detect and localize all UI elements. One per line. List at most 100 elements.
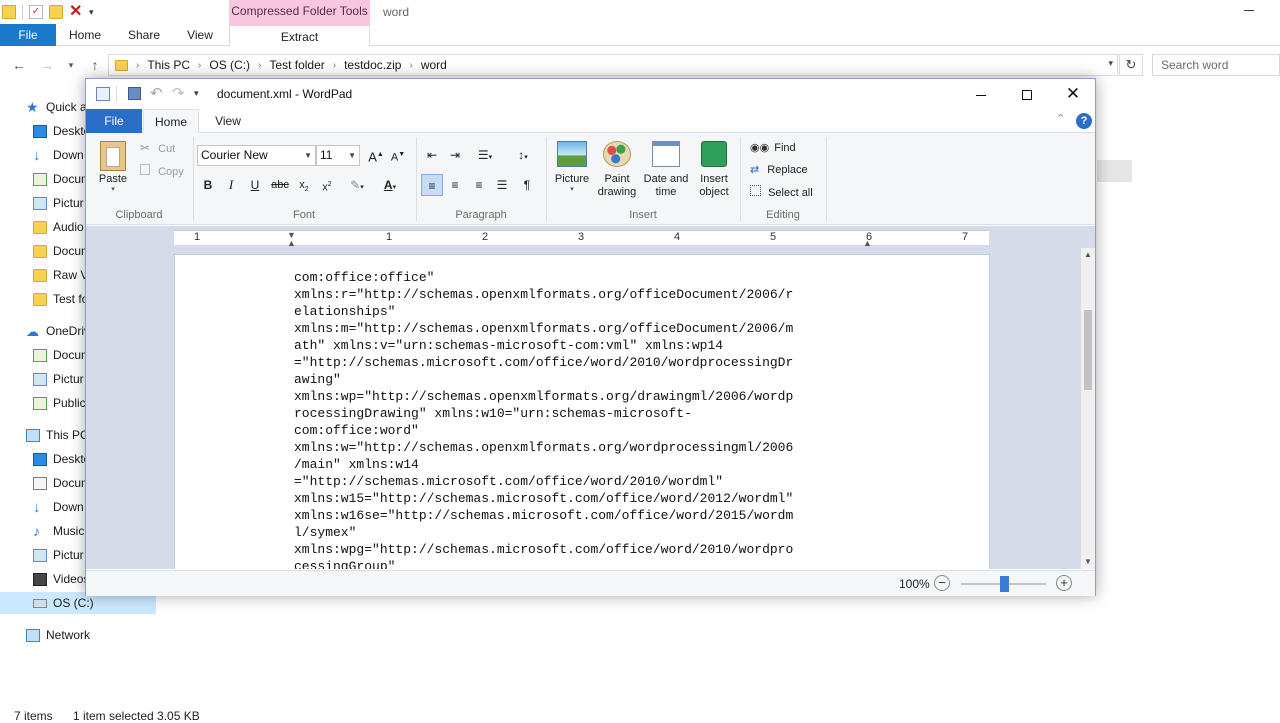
- increase-indent-button[interactable]: ⇥: [444, 144, 466, 166]
- align-center-button[interactable]: ≡: [444, 174, 466, 196]
- nav-network[interactable]: Network: [0, 624, 156, 646]
- superscript-button[interactable]: x2: [316, 174, 338, 196]
- bullet-list-button[interactable]: ☰▾: [470, 144, 500, 166]
- italic-button[interactable]: I: [220, 174, 242, 196]
- selected-file-row[interactable]: [1097, 160, 1132, 182]
- scroll-thumb[interactable]: [1084, 310, 1092, 390]
- minimize-icon[interactable]: [1244, 10, 1254, 11]
- document-line[interactable]: elationships": [294, 303, 793, 320]
- subscript-button[interactable]: x2: [293, 174, 315, 196]
- font-family-select[interactable]: Courier New ▼: [197, 145, 316, 166]
- back-button[interactable]: ←: [10, 55, 28, 75]
- zoom-slider-thumb[interactable]: [999, 576, 1009, 592]
- zoom-in-button[interactable]: +: [1056, 575, 1072, 591]
- document-line[interactable]: xmlns:w15="http://schemas.microsoft.com/…: [294, 490, 793, 507]
- align-right-button[interactable]: ≡: [468, 174, 490, 196]
- strikethrough-button[interactable]: abc: [269, 174, 291, 196]
- font-size-select[interactable]: 11 ▼: [316, 145, 360, 166]
- maximize-button[interactable]: [1004, 79, 1050, 109]
- breadcrumb-word[interactable]: word: [421, 58, 447, 72]
- breadcrumb-this-pc[interactable]: This PC: [147, 58, 190, 72]
- tab-home[interactable]: Home: [66, 24, 104, 46]
- breadcrumb-testdoc-zip[interactable]: testdoc.zip: [344, 58, 401, 72]
- document-line[interactable]: rocessingDrawing" xmlns:w10="urn:schemas…: [294, 405, 793, 422]
- breadcrumb-os-c[interactable]: OS (C:): [209, 58, 250, 72]
- customize-qat-icon[interactable]: ▾: [89, 7, 94, 18]
- forward-button[interactable]: →: [38, 55, 56, 75]
- copy-button[interactable]: Copy: [140, 164, 184, 178]
- search-input[interactable]: Search word: [1152, 54, 1280, 76]
- font-color-button[interactable]: A▾: [375, 174, 405, 196]
- date-time-button[interactable]: Date and time: [641, 137, 691, 199]
- properties-icon[interactable]: ✓: [29, 5, 43, 19]
- minimize-button[interactable]: [958, 79, 1004, 109]
- document-line[interactable]: l/symex": [294, 524, 793, 541]
- delete-icon[interactable]: ✕: [69, 4, 83, 20]
- document-line[interactable]: xmlns:wpg="http://schemas.microsoft.com/…: [294, 541, 793, 558]
- document-line[interactable]: ="http://schemas.microsoft.com/office/wo…: [294, 473, 793, 490]
- document-line[interactable]: com:office:word": [294, 422, 793, 439]
- paint-drawing-button[interactable]: Paint drawing: [594, 137, 640, 199]
- tab-home[interactable]: Home: [143, 109, 199, 133]
- left-indent-marker[interactable]: ▲: [287, 238, 296, 248]
- document-line[interactable]: xmlns:r="http://schemas.openxmlformats.o…: [294, 286, 793, 303]
- paragraph-settings-button[interactable]: ¶: [516, 174, 538, 196]
- scroll-down-arrow[interactable]: ▼: [1081, 555, 1095, 569]
- bold-button[interactable]: B: [197, 174, 219, 196]
- tab-file[interactable]: File: [0, 24, 56, 46]
- help-icon[interactable]: ?: [1076, 113, 1092, 129]
- cut-button[interactable]: ✂ Cut: [140, 141, 175, 155]
- document-line[interactable]: xmlns:wp="http://schemas.openxmlformats.…: [294, 388, 793, 405]
- line-spacing-button[interactable]: ↕▾: [508, 144, 538, 166]
- collapse-ribbon-icon[interactable]: ⌃: [1056, 112, 1065, 125]
- document-line[interactable]: ="http://schemas.microsoft.com/office/wo…: [294, 354, 793, 371]
- tab-view[interactable]: View: [208, 109, 248, 133]
- vertical-scrollbar[interactable]: ▲ ▼: [1081, 248, 1095, 569]
- underline-button[interactable]: U: [244, 174, 266, 196]
- breadcrumb-test-folder[interactable]: Test folder: [269, 58, 324, 72]
- ruler[interactable]: 1 1 2 3 4 5 6 7 ▼ ▲ ▲: [174, 230, 989, 248]
- shrink-font-button[interactable]: A▼: [387, 144, 409, 166]
- address-dropdown-icon[interactable]: ▾: [1108, 58, 1113, 69]
- right-indent-marker[interactable]: ▲: [863, 238, 872, 248]
- highlight-color-button[interactable]: ✎▾: [342, 174, 372, 196]
- find-button[interactable]: ◉◉ Find: [750, 141, 796, 154]
- document-text[interactable]: com:office:office" xmlns:r="http://schema…: [294, 269, 793, 569]
- replace-button[interactable]: ⇄ Replace: [750, 163, 808, 176]
- refresh-button[interactable]: ↻: [1119, 54, 1143, 76]
- select-all-button[interactable]: Select all: [750, 185, 813, 199]
- document-line[interactable]: xmlns:w16se="http://schemas.microsoft.co…: [294, 507, 793, 524]
- tab-file[interactable]: File: [86, 109, 142, 133]
- wordpad-app-icon[interactable]: [96, 87, 110, 101]
- document-line[interactable]: ath" xmlns:v="urn:schemas-microsoft-com:…: [294, 337, 793, 354]
- scroll-up-arrow[interactable]: ▲: [1081, 248, 1095, 262]
- align-left-button[interactable]: ≡: [421, 174, 443, 196]
- redo-icon[interactable]: ↷: [172, 84, 185, 102]
- customize-qat-icon[interactable]: ▾: [194, 88, 199, 99]
- undo-icon[interactable]: ↶: [150, 84, 163, 102]
- recent-locations-button[interactable]: ▾: [62, 55, 80, 75]
- document-page[interactable]: com:office:office" xmlns:r="http://schema…: [174, 254, 990, 569]
- address-bar[interactable]: › This PC › OS (C:) › Test folder › test…: [108, 54, 1118, 76]
- document-line[interactable]: /main" xmlns:w14: [294, 456, 793, 473]
- paste-button[interactable]: Paste ▾: [96, 137, 130, 193]
- document-line[interactable]: awing": [294, 371, 793, 388]
- close-button[interactable]: ✕: [1050, 79, 1096, 109]
- justify-button[interactable]: ☰: [491, 174, 513, 196]
- tab-share[interactable]: Share: [126, 24, 162, 46]
- document-line[interactable]: cessingGroup": [294, 558, 793, 569]
- up-button[interactable]: ↑: [86, 55, 104, 75]
- document-line[interactable]: xmlns:w="http://schemas.openxmlformats.o…: [294, 439, 793, 456]
- document-line[interactable]: com:office:office": [294, 269, 793, 286]
- picture-button[interactable]: Picture ▾: [552, 137, 592, 193]
- save-icon[interactable]: [128, 87, 141, 100]
- new-folder-icon[interactable]: [49, 5, 63, 19]
- tab-extract[interactable]: Extract: [229, 24, 370, 46]
- zoom-out-button[interactable]: −: [934, 575, 950, 591]
- tab-view[interactable]: View: [184, 24, 216, 46]
- wordpad-title-bar[interactable]: ↶ ↷ ▾ document.xml - WordPad ✕: [86, 79, 1095, 109]
- grow-font-button[interactable]: A▲: [365, 144, 387, 166]
- document-line[interactable]: xmlns:m="http://schemas.openxmlformats.o…: [294, 320, 793, 337]
- decrease-indent-button[interactable]: ⇤: [421, 144, 443, 166]
- insert-object-button[interactable]: Insert object: [692, 137, 736, 199]
